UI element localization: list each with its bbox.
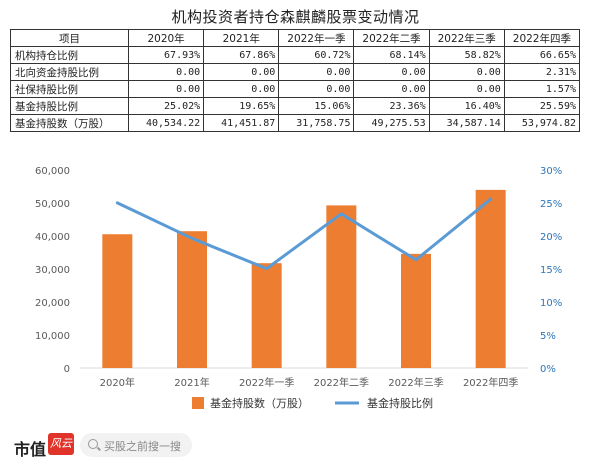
page: 机构投资者持仓森麒麟股票变动情况 项目 2020年 2021年 2022年一季 … [0, 0, 591, 469]
y-right-tick-label: 30% [540, 166, 562, 177]
table-cell: 58.82% [428, 46, 505, 64]
y-right-tick-label: 5% [540, 331, 556, 342]
table-cell: 66.65% [503, 46, 581, 64]
table-cell: 68.14% [353, 46, 430, 64]
search-icon [88, 439, 98, 449]
bar [401, 253, 431, 368]
brand-mark: 风云 [48, 433, 74, 455]
brand-logo: 市值 [14, 440, 47, 459]
table-row: 基金持股比例 25.02% 19.65% 15.06% 23.36% 16.40… [10, 97, 581, 115]
table-cell: 67.93% [127, 46, 205, 64]
y-left-tick-label: 30,000 [35, 265, 70, 276]
legend-label: 基金持股数（万股） [210, 396, 309, 410]
row-label: 社保持股比例 [10, 80, 129, 98]
table-header-cell: 2022年一季 [278, 29, 355, 47]
table-cell: 15.06% [278, 97, 355, 115]
table-header-cell: 2022年二季 [353, 29, 430, 47]
table-cell: 60.72% [278, 46, 355, 64]
table-cell: 0.00 [428, 63, 505, 81]
y-left-tick-label: 60,000 [35, 166, 70, 177]
table-cell: 49,275.53 [353, 114, 430, 132]
table-cell: 0.00 [278, 80, 355, 98]
y-left-tick-label: 50,000 [35, 199, 70, 210]
table-cell: 23.36% [353, 97, 430, 115]
table-row: 社保持股比例 0.00 0.00 0.00 0.00 0.00 1.57% [10, 80, 581, 98]
table-cell: 0.00 [203, 63, 280, 81]
table-header-cell: 2020年 [127, 29, 205, 47]
series-line [115, 197, 493, 271]
combo-chart: 0 10,000 20,000 30,000 40,000 50,000 60,000 0% 5… [35, 166, 562, 410]
table-cell: 31,758.75 [278, 114, 355, 132]
table-cell: 40,534.22 [127, 114, 205, 132]
y-left-tick-label: 40,000 [35, 232, 70, 243]
table-cell: 0.00 [353, 63, 430, 81]
bar [326, 205, 357, 368]
table-header-cell: 2021年 [203, 29, 280, 47]
row-label: 机构持仓比例 [10, 46, 129, 64]
table-cell: 0.00 [203, 80, 280, 98]
table-cell: 0.00 [127, 63, 205, 81]
table-header-cell: 2022年四季 [503, 29, 581, 47]
table-row: 北向资金持股比例 0.00 0.00 0.00 0.00 0.00 2.31% [10, 63, 581, 81]
table-cell: 67.86% [203, 46, 280, 64]
table-cell: 0.00 [428, 80, 505, 98]
x-tick-label: 2020年 [100, 376, 135, 389]
y-right-tick-label: 15% [540, 265, 562, 276]
x-tick-label: 2022年三季 [388, 376, 443, 389]
y-left-tick-label: 0 [64, 364, 70, 375]
y-right-tick-label: 0% [540, 364, 556, 375]
table-cell: 25.59% [503, 97, 581, 115]
table-header-cell: 项目 [10, 29, 129, 47]
y-right-tick-label: 10% [540, 298, 562, 309]
x-tick-label: 2021年 [174, 376, 209, 389]
search-placeholder: 买股之前搜一搜 [104, 440, 181, 453]
table-cell: 19.65% [203, 97, 280, 115]
legend-label: 基金持股比例 [367, 396, 433, 410]
y-left-tick-label: 20,000 [35, 298, 70, 309]
table-row: 基金持股数（万股） 40,534.22 41,451.87 31,758.75 … [10, 114, 581, 132]
bar [475, 189, 506, 368]
table-header-row: 项目 2020年 2021年 2022年一季 2022年二季 2022年三季 2… [10, 29, 581, 47]
x-tick-label: 2022年四季 [463, 376, 518, 389]
table-row: 机构持仓比例 67.93% 67.86% 60.72% 68.14% 58.82… [10, 46, 581, 64]
legend-swatch-bar [192, 397, 204, 409]
x-tick-label: 2022年一季 [239, 376, 294, 389]
table-header-cell: 2022年三季 [428, 29, 505, 47]
bar [177, 231, 207, 368]
chart-title: 机构投资者持仓森麒麟股票变动情况 [171, 8, 420, 26]
search-bar[interactable]: 买股之前搜一搜 [80, 433, 192, 457]
y-right-tick-label: 25% [540, 199, 562, 210]
bar [102, 234, 133, 368]
y-right-tick-label: 20% [540, 232, 562, 243]
table-cell: 2.31% [503, 63, 581, 81]
table-cell: 53,974.82 [503, 114, 581, 132]
table-cell: 25.02% [127, 97, 205, 115]
y-left-tick-label: 10,000 [35, 331, 70, 342]
data-table: 项目 2020年 2021年 2022年一季 2022年二季 2022年三季 2… [10, 29, 581, 132]
table-cell: 34,587.14 [428, 114, 505, 132]
row-label: 基金持股比例 [10, 97, 129, 115]
table-cell: 0.00 [278, 63, 355, 81]
table-cell: 0.00 [353, 80, 430, 98]
x-tick-label: 2022年二季 [314, 376, 369, 389]
footer: 市值 风云 买股之前搜一搜 [0, 425, 591, 469]
row-label: 北向资金持股比例 [10, 63, 129, 81]
table-cell: 0.00 [127, 80, 205, 98]
bar [251, 263, 282, 368]
table-cell: 16.40% [428, 97, 505, 115]
table-cell: 41,451.87 [203, 114, 280, 132]
row-label: 基金持股数（万股） [10, 114, 129, 132]
table-cell: 1.57% [503, 80, 581, 98]
